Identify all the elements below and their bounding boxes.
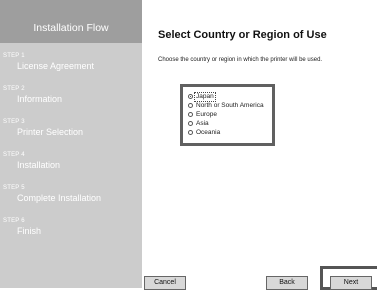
step-name: Printer Selection [17, 127, 84, 137]
page-title: Select Country or Region of Use [158, 29, 327, 41]
step-name: Finish [17, 226, 42, 236]
step-number: STEP 1 [3, 53, 25, 59]
radio-label[interactable]: Asia [196, 120, 209, 128]
radio-label[interactable]: Oceania [196, 129, 220, 137]
radio-button[interactable] [188, 130, 193, 135]
sidebar-step-2: STEP 2 Information [3, 86, 62, 105]
radio-label[interactable]: Japan [194, 92, 216, 102]
radio-button[interactable] [188, 112, 193, 117]
sidebar-step-3: STEP 3 Printer Selection [3, 119, 83, 138]
region-options-group: Japan North or South America Europe Asia… [180, 84, 275, 146]
step-name: Installation [17, 160, 61, 170]
radio-button[interactable] [188, 94, 193, 99]
sidebar-header: Installation Flow [0, 0, 142, 43]
sidebar-title: Installation Flow [33, 22, 109, 34]
sidebar-step-4: STEP 4 Installation [3, 152, 60, 171]
step-number: STEP 2 [3, 86, 25, 92]
radio-button[interactable] [188, 121, 193, 126]
step-number: STEP 3 [3, 119, 25, 125]
radio-button[interactable] [188, 103, 193, 108]
step-number: STEP 6 [3, 218, 25, 224]
radio-label[interactable]: North or South America [196, 102, 264, 110]
radio-label[interactable]: Europe [196, 111, 217, 119]
page-description: Choose the country or region in which th… [158, 57, 323, 63]
step-number: STEP 4 [3, 152, 25, 158]
step-name: License Agreement [17, 61, 95, 71]
sidebar-step-1: STEP 1 License Agreement [3, 53, 94, 72]
step-name: Complete Installation [17, 193, 102, 203]
sidebar-step-5: STEP 5 Complete Installation [3, 185, 101, 204]
step-number: STEP 5 [3, 185, 25, 191]
sidebar-step-6: STEP 6 Finish [3, 218, 41, 237]
sidebar: Installation Flow STEP 1 License Agreeme… [0, 0, 142, 288]
step-name: Information [17, 94, 63, 104]
